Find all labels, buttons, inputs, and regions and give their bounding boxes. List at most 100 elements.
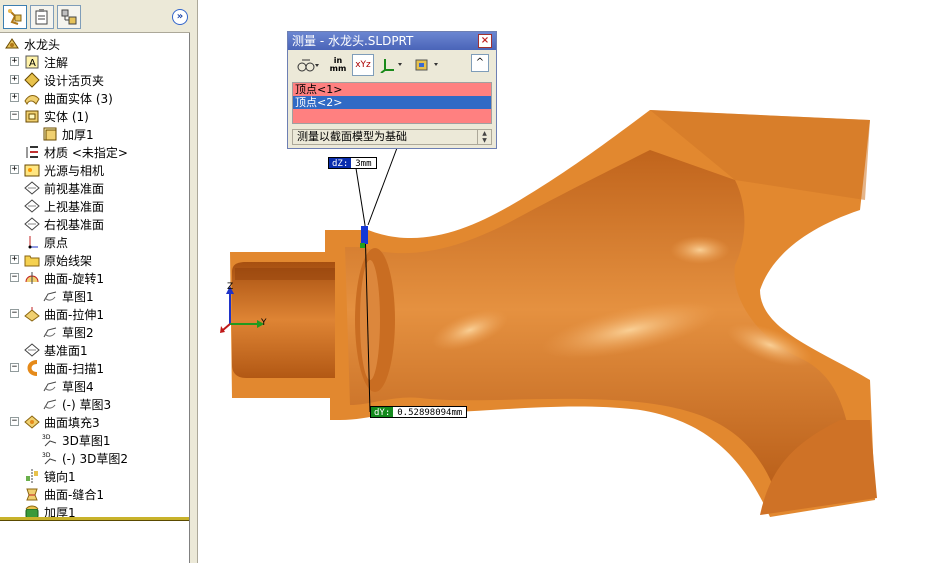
tree-item-surface-sweep[interactable]: − 曲面-扫描1 <box>10 359 104 377</box>
measure-title: 测量 - 水龙头.SLDPRT <box>292 34 414 48</box>
tree-item-plane1[interactable]: 基准面1 <box>24 341 88 359</box>
tree-item-3dsketch1[interactable]: 3D 3D草图1 <box>42 431 111 449</box>
units-precision-button[interactable]: in mm <box>328 54 348 76</box>
selection-list[interactable]: 顶点<1> 顶点<2> <box>292 82 492 124</box>
tree-expander[interactable]: + <box>10 75 19 84</box>
tree-item-lights-cameras[interactable]: + 光源与相机 <box>10 161 104 179</box>
surface-sweep-icon <box>27 360 38 376</box>
tree-item-label: 右视基准面 <box>44 217 105 232</box>
tree-expander[interactable]: + <box>10 93 19 102</box>
panel-tab-bar: » <box>0 0 190 33</box>
surface-bodies-icon <box>24 95 40 105</box>
projection-button[interactable] <box>412 54 442 76</box>
expand-dialog-button[interactable]: ^ <box>471 54 489 72</box>
tree-expander[interactable]: − <box>10 363 19 372</box>
tree-item-surface-knit[interactable]: 曲面-缝合1 <box>24 485 104 503</box>
panel-splitter[interactable] <box>190 0 198 563</box>
tree-item-surface-fill[interactable]: − 曲面填充3 <box>10 413 100 431</box>
tree-item-surface-extrude[interactable]: − 曲面-拉伸1 <box>10 305 104 323</box>
tree-item-sketch1[interactable]: 草图1 <box>42 287 94 305</box>
dy-value: 0.52898094mm <box>397 408 463 418</box>
surface-extrude-icon <box>24 307 40 322</box>
dz-value: 3mm <box>355 159 372 169</box>
tree-item-label: 原始线架 <box>44 253 93 268</box>
tree-item-3dsketch2[interactable]: 3D (-) 3D草图2 <box>42 449 128 467</box>
graphics-area[interactable]: 测量 - 水龙头.SLDPRT × in mm xYz ^ 顶点<1> 顶点<2… <box>199 0 938 563</box>
tree-item-label: 上视基准面 <box>44 199 105 214</box>
plane-icon <box>24 199 40 213</box>
property-manager-tab[interactable] <box>30 5 54 29</box>
feature-manager-tab[interactable] <box>3 5 27 29</box>
vertex-marker-2[interactable] <box>360 243 365 248</box>
surface-revolve-icon <box>25 272 39 284</box>
tree-item-label: 草图2 <box>62 325 94 340</box>
sketch-icon <box>43 381 57 392</box>
tree-item-thicken-body[interactable]: 加厚1 <box>42 125 94 143</box>
dy-callout[interactable]: dY: 0.52898094mm <box>370 406 468 418</box>
unit-mm: mm <box>329 64 347 73</box>
plane-icon <box>24 181 40 195</box>
tree-item-surface-bodies[interactable]: + 曲面实体 (3) <box>10 89 113 107</box>
tree-expander[interactable]: + <box>10 255 19 264</box>
solidworks-window: » 水龙头 + A 注解 + 设计活页夹 + 曲面实体 (3) − 实体 (1) 加厚1 材质 <未指… <box>0 0 938 563</box>
tree-expander[interactable]: − <box>10 111 19 120</box>
property-sheet-icon <box>35 9 48 25</box>
tree-item-label: 加厚1 <box>62 127 94 142</box>
dz-label: dZ: <box>329 158 352 169</box>
tree-item-label: 镜向1 <box>44 469 76 484</box>
tree-item-label: 曲面-扫描1 <box>44 361 104 376</box>
tree-item-label: 曲面实体 (3) <box>44 91 113 106</box>
tree-expander[interactable]: + <box>10 165 19 174</box>
measure-status-text: 测量以截面模型为基础 <box>297 130 407 143</box>
tree-item-design-binder[interactable]: + 设计活页夹 <box>10 71 104 89</box>
tree-item-material[interactable]: 材质 <未指定> <box>24 143 128 161</box>
tree-item-label: 曲面-拉伸1 <box>44 307 104 322</box>
tree-expander[interactable]: − <box>10 273 19 282</box>
svg-text:3D: 3D <box>42 434 51 441</box>
tree-item-annotations[interactable]: + A 注解 <box>10 53 68 71</box>
sketch-icon <box>43 399 57 410</box>
tree-item-label: 曲面-旋转1 <box>44 271 104 286</box>
measure-title-bar[interactable]: 测量 - 水龙头.SLDPRT × <box>288 32 496 50</box>
tree-item-label: 3D草图1 <box>62 433 111 448</box>
tree-item-front-plane[interactable]: 前视基准面 <box>24 179 104 197</box>
tree-item-label: 原点 <box>44 235 69 250</box>
feature-manager-panel: » 水龙头 + A 注解 + 设计活页夹 + 曲面实体 (3) − 实体 (1) 加厚1 材质 <未指… <box>0 0 190 563</box>
measure-toolbar: in mm xYz ^ <box>290 52 495 78</box>
arc-circle-options-button[interactable] <box>294 54 322 76</box>
tree-item-sketch3[interactable]: (-) 草图3 <box>42 395 111 413</box>
dz-callout[interactable]: dZ: 3mm <box>328 157 377 169</box>
tree-item-solid-bodies[interactable]: − 实体 (1) <box>10 107 89 125</box>
3d-sketch-icon: 3D <box>42 434 57 447</box>
tree-item-surface-revolve[interactable]: − 曲面-旋转1 <box>10 269 104 287</box>
coordinate-system-button[interactable] <box>378 54 406 76</box>
tree-item-top-plane[interactable]: 上视基准面 <box>24 197 104 215</box>
selection-item-2[interactable]: 顶点<2> <box>293 96 491 109</box>
tree-item-root[interactable]: 水龙头 <box>4 35 60 53</box>
collapse-panel-button[interactable]: » <box>172 9 188 25</box>
tree-item-label: 实体 (1) <box>44 109 89 124</box>
tree-item-original-wireframe[interactable]: + 原始线架 <box>10 251 93 269</box>
vertex-marker-1[interactable] <box>361 226 368 244</box>
leader-line-dz <box>354 161 366 226</box>
tree-item-sketch2[interactable]: 草图2 <box>42 323 94 341</box>
distance-icon <box>297 59 319 72</box>
tree-item-right-plane[interactable]: 右视基准面 <box>24 215 104 233</box>
tree-item-origin[interactable]: 原点 <box>24 233 68 251</box>
folder-icon <box>24 255 40 267</box>
xyz-measure-button[interactable]: xYz <box>352 54 374 76</box>
solid-bodies-icon <box>25 110 39 123</box>
tree-item-sketch4[interactable]: 草图4 <box>42 377 94 395</box>
annotation-icon: A <box>25 55 39 69</box>
tree-expander[interactable]: − <box>10 309 19 318</box>
configuration-manager-tab[interactable] <box>57 5 81 29</box>
status-scroll-arrows[interactable]: ▲ ▼ <box>477 130 491 144</box>
highlight-streak-4 <box>670 236 730 264</box>
tree-expander[interactable]: + <box>10 57 19 66</box>
tree-item-label: 前视基准面 <box>44 181 105 196</box>
selection-item-1[interactable]: 顶点<1> <box>293 83 491 96</box>
axis-y-label: Y <box>261 318 267 328</box>
tree-expander[interactable]: − <box>10 417 19 426</box>
tree-item-mirror[interactable]: 镜向1 <box>24 467 76 485</box>
close-button[interactable]: × <box>478 34 492 48</box>
